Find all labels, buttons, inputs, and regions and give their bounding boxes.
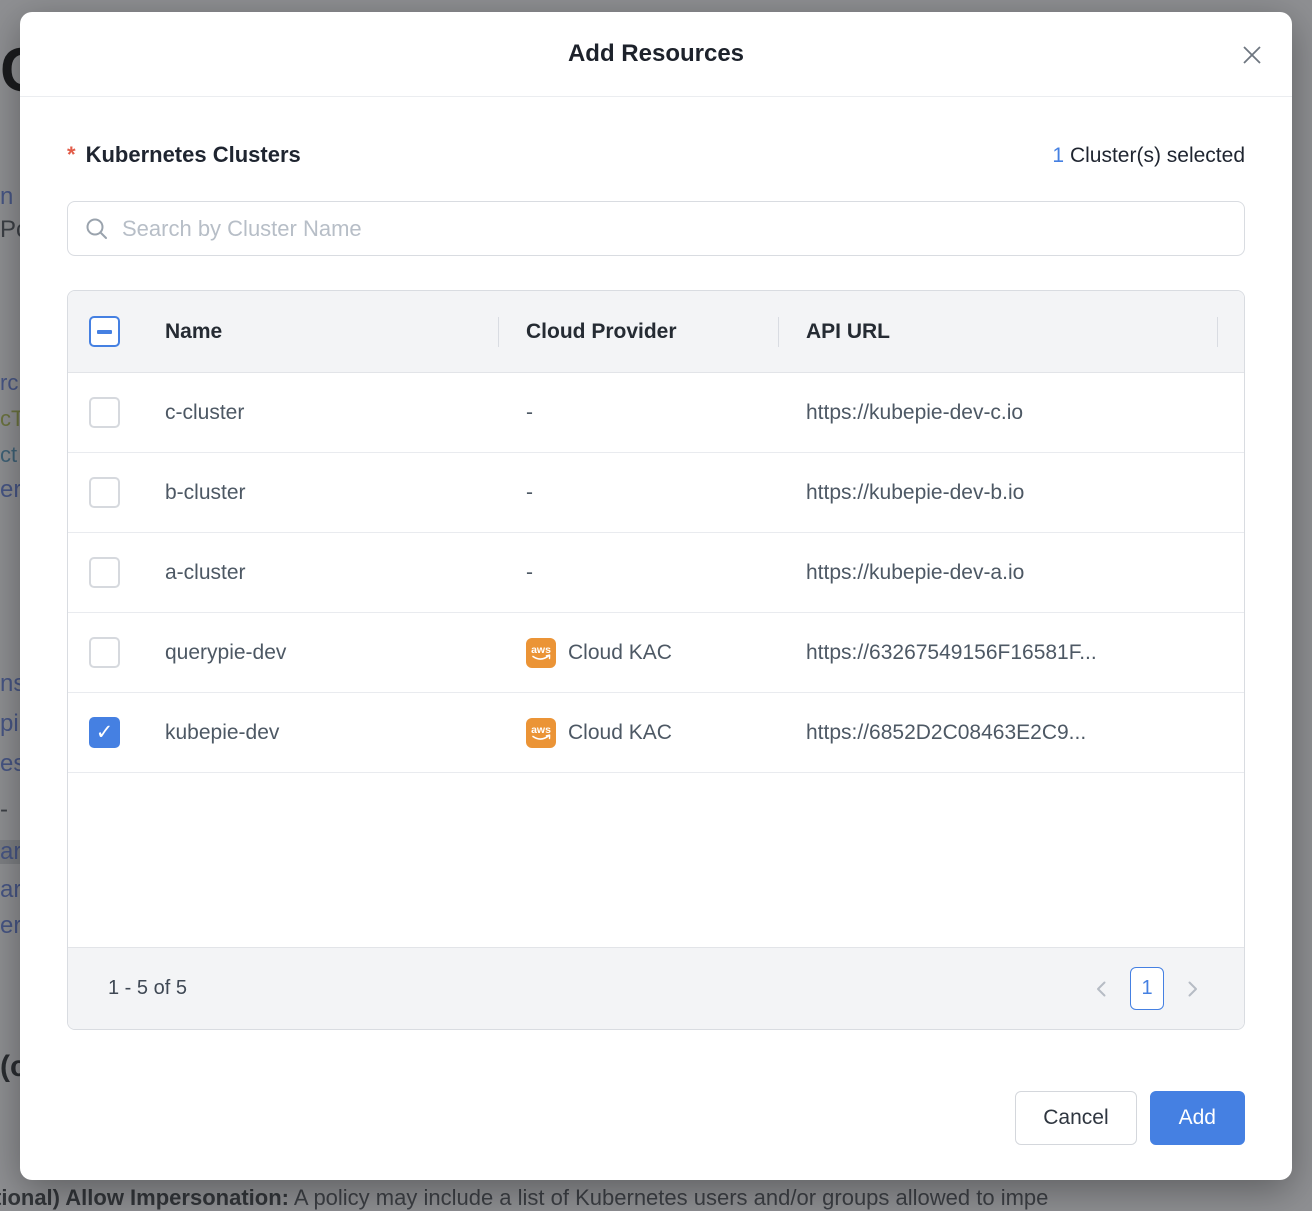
indeterminate-dash-icon bbox=[97, 330, 112, 334]
provider-label: Cloud KAC bbox=[568, 641, 672, 665]
background-fragment: rc bbox=[0, 372, 18, 394]
background-fragment: ar bbox=[0, 840, 20, 864]
table-row[interactable]: ✓ querypie-dev aws Cloud KAC https://632… bbox=[68, 613, 1244, 693]
background-fragment: n bbox=[0, 185, 13, 209]
add-button[interactable]: Add bbox=[1150, 1091, 1245, 1145]
column-header-cloud-provider[interactable]: Cloud Provider bbox=[498, 291, 778, 372]
provider-label: - bbox=[526, 401, 533, 425]
background-fragment: er bbox=[0, 478, 20, 502]
row-checkbox[interactable]: ✓ bbox=[89, 637, 120, 668]
table-footer: 1 - 5 of 5 1 bbox=[68, 947, 1244, 1029]
search-box bbox=[67, 201, 1245, 256]
close-icon bbox=[1240, 43, 1264, 67]
provider-label: - bbox=[526, 481, 533, 505]
chevron-left-icon bbox=[1092, 979, 1112, 999]
select-all-checkbox[interactable] bbox=[89, 316, 120, 347]
selected-count-text: 1 Cluster(s) selected bbox=[1052, 144, 1245, 168]
row-checkbox[interactable]: ✓ bbox=[89, 477, 120, 508]
background-fragment: er bbox=[0, 914, 20, 938]
svg-text:aws: aws bbox=[531, 724, 551, 736]
field-row: * Kubernetes Clusters 1 Cluster(s) select… bbox=[67, 142, 1245, 168]
row-checkbox[interactable]: ✓ bbox=[89, 557, 120, 588]
modal-title: Add Resources bbox=[568, 40, 744, 68]
api-url: https://kubepie-dev-c.io bbox=[778, 373, 1217, 452]
aws-icon: aws bbox=[526, 718, 556, 748]
column-header-api-url[interactable]: API URL bbox=[778, 291, 1217, 372]
row-checkbox[interactable]: ✓ bbox=[89, 397, 120, 428]
modal-actions: Cancel Add bbox=[67, 1091, 1245, 1145]
row-spacer bbox=[1217, 533, 1241, 612]
add-resources-modal: Add Resources * Kubernetes Clusters 1 Clu… bbox=[20, 12, 1292, 1180]
background-regular-text: A policy may include a list of Kubernete… bbox=[289, 1185, 1048, 1210]
checkmark-icon: ✓ bbox=[96, 722, 114, 743]
screen: { "backdrop": { "bottom_text": { "bold":… bbox=[0, 0, 1312, 1204]
table-row[interactable]: ✓ c-cluster aws - https://kubepie-dev-c.… bbox=[68, 373, 1244, 453]
svg-text:aws: aws bbox=[531, 644, 551, 656]
background-fragment: (c bbox=[0, 1052, 20, 1082]
table-row[interactable]: ✓ a-cluster aws - https://kubepie-dev-a.… bbox=[68, 533, 1244, 613]
page-number-button[interactable]: 1 bbox=[1130, 967, 1164, 1010]
clusters-table: Name Cloud Provider API URL ✓ c-cluster … bbox=[67, 290, 1245, 1030]
table-body: ✓ c-cluster aws - https://kubepie-dev-c.… bbox=[68, 373, 1244, 773]
background-fragment: - bbox=[0, 798, 8, 822]
search-input[interactable] bbox=[122, 216, 1228, 242]
api-url: https://kubepie-dev-b.io bbox=[778, 453, 1217, 532]
background-page-text: tional) Allow Impersonation: A policy ma… bbox=[0, 1185, 1312, 1211]
close-button[interactable] bbox=[1238, 41, 1266, 69]
modal-header: Add Resources bbox=[20, 12, 1292, 97]
column-header-name[interactable]: Name bbox=[165, 291, 498, 372]
cluster-name: c-cluster bbox=[165, 373, 498, 452]
chevron-right-icon bbox=[1182, 979, 1202, 999]
table-row[interactable]: ✓ kubepie-dev aws Cloud KAC https://6852… bbox=[68, 693, 1244, 773]
row-checkbox[interactable]: ✓ bbox=[89, 717, 120, 748]
cluster-name: a-cluster bbox=[165, 533, 498, 612]
selected-count-label: Cluster(s) selected bbox=[1064, 144, 1245, 167]
provider-label: - bbox=[526, 561, 533, 585]
api-url: https://kubepie-dev-a.io bbox=[778, 533, 1217, 612]
background-fragment: cT bbox=[0, 408, 20, 430]
search-icon bbox=[84, 216, 110, 242]
table-row[interactable]: ✓ b-cluster aws - https://kubepie-dev-b.… bbox=[68, 453, 1244, 533]
background-fragment: ns bbox=[0, 672, 20, 696]
cluster-name: querypie-dev bbox=[165, 613, 498, 692]
background-fragment: ct bbox=[0, 444, 17, 466]
table-empty-space bbox=[68, 773, 1244, 947]
selected-count-number: 1 bbox=[1052, 144, 1064, 167]
cluster-name: b-cluster bbox=[165, 453, 498, 532]
background-fragment: C bbox=[0, 40, 20, 102]
table-header-row: Name Cloud Provider API URL bbox=[68, 291, 1244, 373]
row-spacer bbox=[1217, 453, 1241, 532]
column-header-spacer bbox=[1217, 291, 1241, 372]
row-spacer bbox=[1217, 613, 1241, 692]
background-bold-text: tional) Allow Impersonation: bbox=[0, 1185, 289, 1210]
modal-body: * Kubernetes Clusters 1 Cluster(s) select… bbox=[20, 142, 1292, 1145]
api-url: https://63267549156F16581F... bbox=[778, 613, 1217, 692]
background-fragment: Pc bbox=[0, 218, 20, 242]
background-fragment: pi bbox=[0, 712, 19, 736]
cluster-name: kubepie-dev bbox=[165, 693, 498, 772]
row-spacer bbox=[1217, 693, 1241, 772]
aws-icon: aws bbox=[526, 638, 556, 668]
cancel-button[interactable]: Cancel bbox=[1015, 1091, 1136, 1145]
pagination-range: 1 - 5 of 5 bbox=[108, 977, 187, 1000]
required-asterisk: * bbox=[67, 142, 76, 167]
kubernetes-clusters-label: * Kubernetes Clusters bbox=[67, 142, 301, 168]
background-page-left-edge: Cn Pc rc cT ct er ns pi es - ar ar er (c bbox=[0, 0, 20, 1204]
api-url: https://6852D2C08463E2C9... bbox=[778, 693, 1217, 772]
background-fragment: es bbox=[0, 752, 20, 776]
provider-label: Cloud KAC bbox=[568, 721, 672, 745]
next-page-button[interactable] bbox=[1180, 977, 1204, 1001]
row-spacer bbox=[1217, 373, 1241, 452]
pagination: 1 bbox=[1090, 967, 1204, 1010]
previous-page-button[interactable] bbox=[1090, 977, 1114, 1001]
background-fragment: ar bbox=[0, 878, 20, 902]
field-label-text: Kubernetes Clusters bbox=[86, 142, 301, 167]
